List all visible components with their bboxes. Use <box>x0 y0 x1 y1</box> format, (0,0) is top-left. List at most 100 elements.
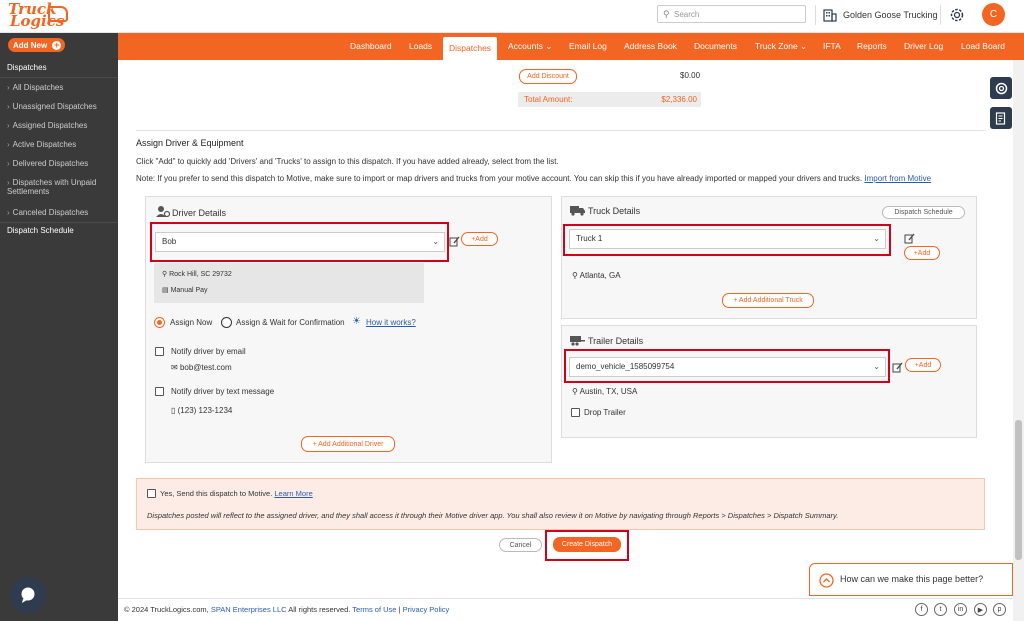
logo-truck-icon <box>48 6 68 22</box>
add-additional-driver-button[interactable]: + Add Additional Driver <box>301 436 395 452</box>
chat-icon <box>21 587 35 603</box>
notify-text-checkbox[interactable] <box>155 387 164 396</box>
chevron-right-icon: › <box>7 83 10 92</box>
add-truck-button[interactable]: +Add <box>904 246 940 260</box>
sidebar-item-unassigned[interactable]: › Unassigned Dispatches <box>7 102 115 111</box>
add-driver-button[interactable]: +Add <box>461 232 498 246</box>
send-to-motive-checkbox[interactable] <box>147 489 156 498</box>
edit-icon[interactable] <box>892 362 903 373</box>
terms-link[interactable]: Terms of Use <box>352 605 396 614</box>
highlight-box <box>545 530 629 561</box>
nav-ifta[interactable]: IFTA <box>823 33 841 60</box>
total-label: Total Amount: <box>524 95 573 104</box>
youtube-icon[interactable]: ▶ <box>974 603 987 616</box>
main-nav: Dashboard Loads Dispatches Accounts ⌄ Em… <box>118 33 1024 60</box>
search-input[interactable] <box>674 7 802 21</box>
import-from-motive-link[interactable]: Import from Motive <box>864 174 931 183</box>
copyright: © 2024 TruckLogics.com, <box>124 605 209 614</box>
sidebar-item-assigned[interactable]: › Assigned Dispatches <box>7 121 115 130</box>
divider <box>815 5 816 25</box>
rights-text: All rights reserved. <box>288 605 351 614</box>
sidebar: Add New + Dispatches › All Dispatches › Un… <box>0 33 118 621</box>
drop-trailer-checkbox[interactable] <box>571 408 580 417</box>
driver-icon <box>156 206 170 218</box>
chevron-right-icon: › <box>7 121 10 130</box>
nav-dashboard[interactable]: Dashboard <box>350 33 392 60</box>
divider <box>136 130 985 131</box>
nav-accounts[interactable]: Accounts ⌄ <box>508 33 552 60</box>
driver-info-box <box>154 263 424 303</box>
plus-icon: + <box>52 39 62 50</box>
how-it-works-link[interactable]: How it works? <box>366 318 416 327</box>
nav-truck-zone[interactable]: Truck Zone ⌄ <box>755 33 807 60</box>
sidebar-section-dispatches[interactable]: Dispatches <box>0 59 118 77</box>
chevron-right-icon: › <box>7 102 10 111</box>
trucklogics-logo[interactable]: Truck Logics <box>8 2 70 32</box>
document-icon <box>995 111 1006 125</box>
notes-side-button[interactable] <box>990 107 1012 129</box>
footer: © 2024 TruckLogics.com, SPAN Enterprises… <box>118 598 1013 621</box>
gear-icon[interactable] <box>948 6 966 24</box>
trailer-icon <box>570 336 585 346</box>
add-trailer-button[interactable]: +Add <box>905 358 941 372</box>
truck-icon <box>570 206 585 216</box>
chevron-down-icon: ⌄ <box>800 41 808 51</box>
search-icon: ⚲ <box>663 9 670 19</box>
sidebar-item-active[interactable]: › Active Dispatches <box>7 140 115 149</box>
nav-address-book[interactable]: Address Book <box>624 33 677 60</box>
nav-load-board[interactable]: Load Board <box>961 33 1005 60</box>
assign-note: Note: If you prefer to send this dispatc… <box>136 174 932 183</box>
linkedin-icon[interactable]: in <box>954 603 967 616</box>
drop-trailer-label: Drop Trailer <box>584 408 626 417</box>
motive-info-text: Dispatches posted will reflect to the as… <box>147 511 839 520</box>
learn-more-link[interactable]: Learn More <box>274 489 312 498</box>
sidebar-item-dispatch-schedule[interactable]: Dispatch Schedule <box>0 222 118 240</box>
location-pin-icon: ⚲ <box>162 271 168 278</box>
privacy-link[interactable]: Privacy Policy <box>403 605 450 614</box>
chevron-down-icon: ⌄ <box>545 41 553 51</box>
chevron-right-icon: › <box>7 140 10 149</box>
notify-text-label: Notify driver by text message <box>171 387 275 396</box>
feedback-widget[interactable]: How can we make this page better? <box>809 563 1013 596</box>
footer-separator: | <box>398 605 401 614</box>
nav-loads[interactable]: Loads <box>409 33 432 60</box>
add-discount-button[interactable]: Add Discount <box>519 69 577 84</box>
sidebar-item-unpaid-settlements[interactable]: › Dispatches with Unpaid Settlements <box>7 178 107 196</box>
dispatch-schedule-button[interactable]: Dispatch Schedule <box>882 206 965 219</box>
sidebar-item-delivered[interactable]: › Delivered Dispatches <box>7 159 115 168</box>
edit-icon[interactable] <box>449 236 460 247</box>
facebook-icon[interactable]: f <box>915 603 928 616</box>
edit-icon[interactable] <box>904 233 915 244</box>
nav-driver-log[interactable]: Driver Log <box>904 33 943 60</box>
assign-section-title: Assign Driver & Equipment <box>136 138 244 148</box>
driver-details-title: Driver Details <box>172 208 227 218</box>
motive-box: Yes, Send this dispatch to Motive. Learn… <box>136 478 985 530</box>
help-side-button[interactable] <box>990 77 1012 99</box>
notify-email-checkbox[interactable] <box>155 347 164 356</box>
avatar[interactable]: C <box>982 3 1005 26</box>
sidebar-item-all-dispatches[interactable]: › All Dispatches <box>7 83 115 92</box>
chat-button[interactable] <box>10 577 46 613</box>
cancel-button[interactable]: Cancel <box>499 538 542 552</box>
notify-email-label: Notify driver by email <box>171 347 246 356</box>
search-box[interactable]: ⚲ <box>657 5 806 23</box>
money-icon: ▤ <box>162 287 169 294</box>
pinterest-icon[interactable]: p <box>993 603 1006 616</box>
nav-reports[interactable]: Reports <box>857 33 887 60</box>
add-new-button[interactable]: Add New + <box>8 38 65 52</box>
nav-dispatches[interactable]: Dispatches <box>443 37 498 60</box>
company-name: Golden Goose Trucking <box>843 10 938 20</box>
divider <box>940 5 941 25</box>
assign-wait-radio[interactable] <box>221 317 232 328</box>
trailer-details-title: Trailer Details <box>588 336 644 346</box>
company-switcher[interactable]: Golden Goose Trucking <box>823 7 938 23</box>
location-pin-icon: ⚲ <box>572 387 578 396</box>
add-additional-truck-button[interactable]: + Add Additional Truck <box>722 293 814 308</box>
twitter-icon[interactable]: t <box>934 603 947 616</box>
scrollbar-thumb[interactable] <box>1015 420 1022 560</box>
sidebar-item-canceled[interactable]: › Canceled Dispatches <box>7 208 115 217</box>
assign-now-radio[interactable] <box>154 317 165 328</box>
nav-email-log[interactable]: Email Log <box>569 33 607 60</box>
span-enterprises-link[interactable]: SPAN Enterprises LLC <box>211 605 287 614</box>
nav-documents[interactable]: Documents <box>694 33 737 60</box>
